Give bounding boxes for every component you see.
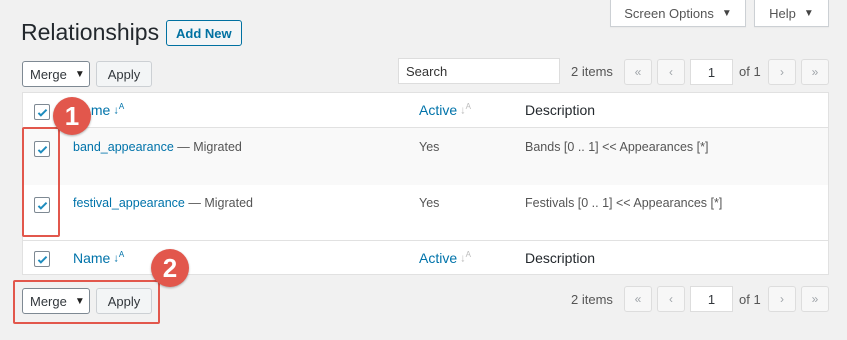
status-suffix: — Migrated: [184, 196, 253, 210]
relationships-table: Name ↓A Active ↓A Description band_appea…: [22, 92, 829, 275]
footer-divider: [23, 240, 828, 241]
column-footer-active[interactable]: Active ↓A: [419, 250, 471, 266]
select-all-checkbox[interactable]: [34, 104, 50, 120]
relationship-link[interactable]: festival_appearance: [73, 196, 185, 210]
row-name-cell: festival_appearance — Migrated: [73, 196, 253, 210]
first-page-button[interactable]: «: [624, 59, 652, 85]
column-name-label: Name: [73, 250, 111, 266]
total-pages: of 1: [739, 292, 761, 307]
status-suffix: — Migrated: [173, 140, 242, 154]
caret-down-icon: ▼: [803, 7, 814, 19]
sort-desc-icon: ↓A: [113, 250, 125, 265]
column-active-label: Active: [419, 250, 458, 266]
help-label: Help: [769, 5, 796, 21]
row-description-cell: Bands [0 .. 1] << Appearances [*]: [525, 140, 709, 154]
apply-button[interactable]: Apply: [96, 61, 152, 87]
current-page-input[interactable]: 1: [690, 286, 733, 312]
last-page-button[interactable]: »: [801, 286, 829, 312]
row-active-cell: Yes: [419, 196, 440, 210]
search-input[interactable]: Search: [398, 58, 560, 84]
screen-options-button[interactable]: Screen Options ▼: [610, 0, 746, 27]
sort-desc-icon: ↓A: [113, 102, 125, 117]
bulk-action-highlight-box: [13, 280, 160, 324]
next-page-button[interactable]: ›: [768, 286, 796, 312]
column-footer-name[interactable]: Name ↓A: [73, 250, 124, 266]
last-page-button[interactable]: »: [801, 59, 829, 85]
caret-down-icon: ▼: [721, 7, 732, 19]
table-row: [23, 128, 828, 185]
next-page-button[interactable]: ›: [768, 59, 796, 85]
row-description-cell: Festivals [0 .. 1] << Appearances [*]: [525, 196, 723, 210]
prev-page-button[interactable]: ‹: [657, 286, 685, 312]
column-active-label: Active: [419, 102, 458, 118]
column-header-active[interactable]: Active ↓A: [419, 102, 471, 118]
items-count: 2 items: [571, 64, 613, 79]
add-new-button[interactable]: Add New: [166, 20, 242, 46]
bulk-action-select[interactable]: Merge ▼: [22, 61, 90, 87]
column-header-description: Description: [525, 102, 595, 118]
select-all-checkbox-footer[interactable]: [34, 251, 50, 267]
step-badge-1: 1: [53, 97, 91, 135]
checkmark-icon: [37, 255, 47, 264]
bulk-action-value: Merge: [30, 66, 67, 82]
screen-options-label: Screen Options: [624, 5, 714, 21]
prev-page-button[interactable]: ‹: [657, 59, 685, 85]
column-description-label: Description: [525, 102, 596, 118]
step-badge-2: 2: [151, 249, 189, 287]
page-title: Relationships: [21, 19, 160, 45]
items-count: 2 items: [571, 292, 613, 307]
column-description-label: Description: [525, 250, 596, 266]
sort-icon: ↓A: [460, 102, 471, 117]
total-pages: of 1: [739, 64, 761, 79]
column-footer-description: Description: [525, 250, 595, 266]
first-page-button[interactable]: «: [624, 286, 652, 312]
help-button[interactable]: Help ▼: [754, 0, 829, 27]
current-page-input[interactable]: 1: [690, 59, 733, 85]
row-active-cell: Yes: [419, 140, 440, 154]
dropdown-arrow-icon: ▼: [74, 68, 85, 80]
checkmark-icon: [37, 108, 47, 117]
sort-icon: ↓A: [460, 250, 471, 265]
row-name-cell: band_appearance — Migrated: [73, 140, 242, 154]
relationship-link[interactable]: band_appearance: [73, 140, 174, 154]
checkbox-highlight-box: [22, 127, 60, 237]
